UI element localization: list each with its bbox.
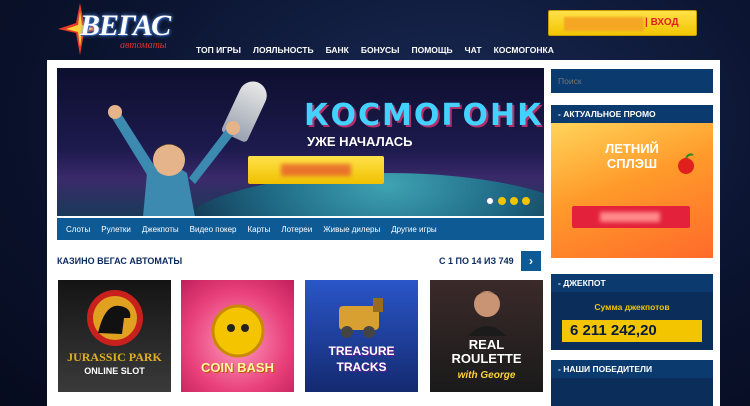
logo[interactable]: ВЕГАС автоматы bbox=[58, 3, 171, 55]
game-title: REAL ROULETTE bbox=[451, 337, 522, 366]
logo-text: ВЕГАС bbox=[80, 9, 171, 42]
header: ВЕГАС автоматы ТОП ИГРЫ ЛОЯЛЬНОСТЬ БАНК … bbox=[0, 0, 750, 62]
slider-dot[interactable] bbox=[486, 197, 494, 205]
game-tile-coin-bash[interactable]: COIN BASH bbox=[181, 280, 294, 392]
game-tile-jurassic-park[interactable]: JURASSIC PARK ONLINE SLOT bbox=[58, 280, 171, 392]
login-button[interactable]: | ВХОД bbox=[548, 10, 697, 36]
game-title: JURASSIC PARK bbox=[67, 350, 162, 364]
nav-kosmogonka[interactable]: КОСМОГОНКА bbox=[488, 45, 560, 55]
dinosaur-icon bbox=[87, 290, 143, 346]
nav-bonuses[interactable]: БОНУСЫ bbox=[355, 45, 406, 55]
logo-subtext: автоматы bbox=[120, 40, 167, 51]
banner-subtitle: УЖЕ НАЧАЛАСЬ bbox=[307, 134, 413, 149]
nav-bank[interactable]: БАНК bbox=[320, 45, 355, 55]
launch-label-blurred bbox=[281, 164, 351, 176]
nav-chat[interactable]: ЧАТ bbox=[459, 45, 488, 55]
promo-header[interactable]: - АКТУАЛЬНОЕ ПРОМО bbox=[551, 105, 713, 123]
promo-get-button[interactable] bbox=[572, 206, 690, 228]
game-title: TREASURE bbox=[328, 344, 395, 358]
winners-panel bbox=[551, 378, 713, 406]
category-other-games[interactable]: Другие игры bbox=[386, 225, 442, 234]
slider-dot[interactable] bbox=[522, 197, 530, 205]
nav-loyalty[interactable]: ЛОЯЛЬНОСТЬ bbox=[247, 45, 320, 55]
promo-title-line2: СПЛЭШ bbox=[606, 156, 658, 171]
section-title: КАЗИНО ВЕГАС АВТОМАТЫ bbox=[57, 256, 183, 266]
next-page-button[interactable]: › bbox=[521, 251, 541, 271]
category-bar: Слоты Рулетки Джекпоты Видео покер Карты… bbox=[57, 218, 544, 240]
promo-card[interactable]: ЛЕТНИЙ СПЛЭШ bbox=[551, 123, 713, 258]
nav-help[interactable]: ПОМОЩЬ bbox=[405, 45, 458, 55]
game-subtitle: ONLINE SLOT bbox=[84, 366, 145, 376]
slider-dot[interactable] bbox=[510, 197, 518, 205]
category-slots[interactable]: Слоты bbox=[61, 225, 96, 234]
coin-icon bbox=[211, 304, 265, 358]
jackpot-value: 6 211 242,20 bbox=[562, 320, 702, 342]
game-tile-real-roulette[interactable]: REAL ROULETTE with George bbox=[430, 280, 543, 392]
promo-title: ЛЕТНИЙ СПЛЭШ bbox=[551, 141, 713, 171]
slider-dots bbox=[486, 197, 530, 205]
banner-launch-button[interactable] bbox=[248, 156, 384, 184]
category-video-poker[interactable]: Видео покер bbox=[185, 225, 243, 234]
promo-title-line1: ЛЕТНИЙ bbox=[605, 141, 659, 156]
login-label: | ВХОД bbox=[645, 17, 679, 28]
train-icon bbox=[339, 298, 383, 338]
winners-header[interactable]: - НАШИ ПОБЕДИТЕЛИ bbox=[551, 360, 713, 378]
cosmonaut-illustration bbox=[108, 105, 240, 216]
game-title: COIN BASH bbox=[201, 360, 274, 375]
jackpot-label: Сумма джекпотов bbox=[594, 302, 670, 312]
dealer-portrait bbox=[468, 291, 506, 336]
jackpot-header[interactable]: - ДЖЕКПОТ bbox=[551, 274, 713, 292]
nav-top-games[interactable]: ТОП ИГРЫ bbox=[190, 45, 247, 55]
category-live-dealers[interactable]: Живые дилеры bbox=[318, 225, 386, 234]
game-subtitle: with George bbox=[457, 370, 516, 381]
category-roulette[interactable]: Рулетки bbox=[96, 225, 137, 234]
game-tile-treasure-tracks[interactable]: TREASURE TRACKS bbox=[305, 280, 418, 392]
main-nav: ТОП ИГРЫ ЛОЯЛЬНОСТЬ БАНК БОНУСЫ ПОМОЩЬ Ч… bbox=[190, 45, 560, 55]
game-subtitle: TRACKS bbox=[336, 360, 387, 374]
category-jackpots[interactable]: Джекпоты bbox=[137, 225, 185, 234]
slider-dot[interactable] bbox=[498, 197, 506, 205]
promo-button-label-blurred bbox=[600, 212, 660, 222]
register-label-blurred bbox=[564, 17, 644, 31]
promo-banner[interactable]: КОСМОГОНКА УЖЕ НАЧАЛАСЬ bbox=[57, 68, 544, 216]
category-cards[interactable]: Карты bbox=[243, 225, 277, 234]
category-lotteries[interactable]: Лотереи bbox=[276, 225, 318, 234]
pagination-count: С 1 ПО 14 ИЗ 749 bbox=[439, 256, 514, 266]
chevron-right-icon: › bbox=[529, 254, 533, 268]
search-input[interactable] bbox=[551, 69, 713, 93]
banner-title: КОСМОГОНКА bbox=[304, 98, 544, 133]
